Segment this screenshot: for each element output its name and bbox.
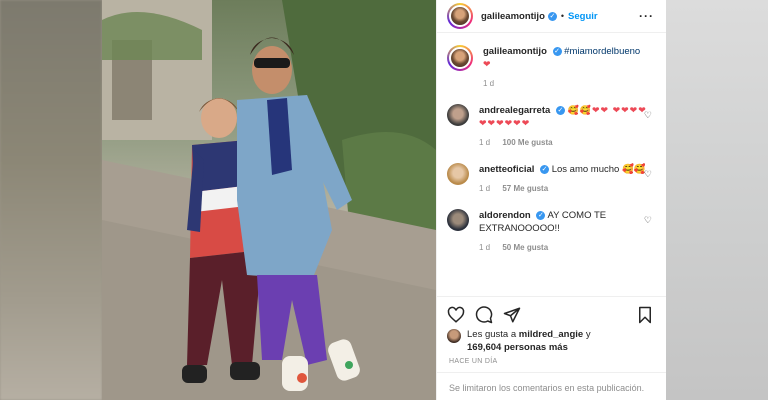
- comments-list: galileamontijo ✓ #miamordelbueno ❤ 1 d a…: [437, 33, 666, 295]
- post-photo-illustration: [102, 0, 436, 400]
- bookmark-icon[interactable]: [636, 306, 654, 324]
- background-left: [0, 0, 102, 400]
- heart-icon[interactable]: [447, 306, 465, 324]
- commenter-avatar[interactable]: [447, 104, 469, 126]
- likes-middle: y: [585, 329, 591, 340]
- comment-username[interactable]: andrealegarreta: [479, 105, 550, 116]
- comment-username[interactable]: anetteoficial: [479, 164, 534, 175]
- comment-meta: 1 d 50 Me gusta: [479, 241, 654, 254]
- caption-meta: 1 d: [483, 77, 654, 90]
- comment-likes[interactable]: 57 Me gusta: [502, 184, 548, 193]
- separator-dot: •: [560, 11, 565, 21]
- caption-time[interactable]: 1 d: [483, 79, 494, 88]
- verified-badge-icon: ✓: [547, 11, 557, 21]
- comment-meta: 1 d 100 Me gusta: [479, 136, 654, 149]
- comment-icon[interactable]: [475, 306, 493, 324]
- heart-icon[interactable]: ♡: [644, 110, 652, 121]
- comment-likes[interactable]: 100 Me gusta: [502, 138, 552, 147]
- share-icon[interactable]: [503, 306, 521, 324]
- post-header: galileamontijo ✓ • Seguir ···: [437, 0, 666, 33]
- commenter-avatar[interactable]: [447, 209, 469, 231]
- commenter-avatar[interactable]: [447, 163, 469, 185]
- verified-badge-icon: ✓: [555, 105, 565, 115]
- verified-badge-icon: ✓: [540, 164, 550, 174]
- verified-badge-icon: ✓: [552, 46, 562, 56]
- comment-time[interactable]: 1 d: [479, 138, 490, 147]
- caption-avatar[interactable]: [447, 45, 473, 71]
- post-actions: [437, 296, 666, 324]
- liker-username[interactable]: mildred_angie: [519, 329, 583, 340]
- comment-username[interactable]: aldorendon: [479, 210, 531, 221]
- post-date[interactable]: HACE UN DÍA: [449, 358, 497, 365]
- caption-hashtag[interactable]: #miamordelbueno: [564, 46, 640, 57]
- liker-avatar[interactable]: [447, 329, 461, 343]
- comment-likes[interactable]: 50 Me gusta: [502, 243, 548, 252]
- post-photo[interactable]: [102, 0, 436, 400]
- caption: galileamontijo ✓ #miamordelbueno ❤ 1 d: [447, 45, 654, 90]
- caption-username[interactable]: galileamontijo: [483, 46, 547, 57]
- background-right: [666, 0, 768, 400]
- verified-badge-icon: ✓: [536, 210, 546, 220]
- follow-button[interactable]: Seguir: [568, 11, 598, 22]
- comment-item: anetteoficial ✓ Los amo mucho 🥰🥰 1 d 57 …: [447, 163, 654, 195]
- comment-meta: 1 d 57 Me gusta: [479, 182, 654, 195]
- author-avatar[interactable]: [447, 3, 473, 29]
- likes-summary: Les gusta a mildred_angie y 169,604 pers…: [447, 328, 656, 354]
- likes-count[interactable]: 169,604 personas más: [467, 342, 568, 353]
- comment-time[interactable]: 1 d: [479, 243, 490, 252]
- comment-item: andrealegarreta ✓ 🥰🥰❤❤ ❤❤❤❤❤❤❤❤❤❤ 1 d 10…: [447, 104, 654, 149]
- comment-text: Los amo mucho 🥰🥰: [551, 164, 646, 175]
- caption-emoji: ❤: [483, 59, 492, 69]
- post-side-panel: galileamontijo ✓ • Seguir ··· galileamon…: [436, 0, 666, 400]
- likes-prefix: Les gusta a: [467, 329, 517, 340]
- comment-item: aldorendon ✓ AY COMO TE EXTRANOOOOO!! 1 …: [447, 209, 654, 254]
- comment-time[interactable]: 1 d: [479, 184, 490, 193]
- more-options-icon[interactable]: ···: [639, 9, 654, 23]
- heart-icon[interactable]: ♡: [644, 169, 652, 180]
- heart-icon[interactable]: ♡: [644, 215, 652, 226]
- comments-limited-notice: Se limitaron los comentarios en esta pub…: [437, 372, 666, 400]
- author-username[interactable]: galileamontijo: [481, 11, 545, 22]
